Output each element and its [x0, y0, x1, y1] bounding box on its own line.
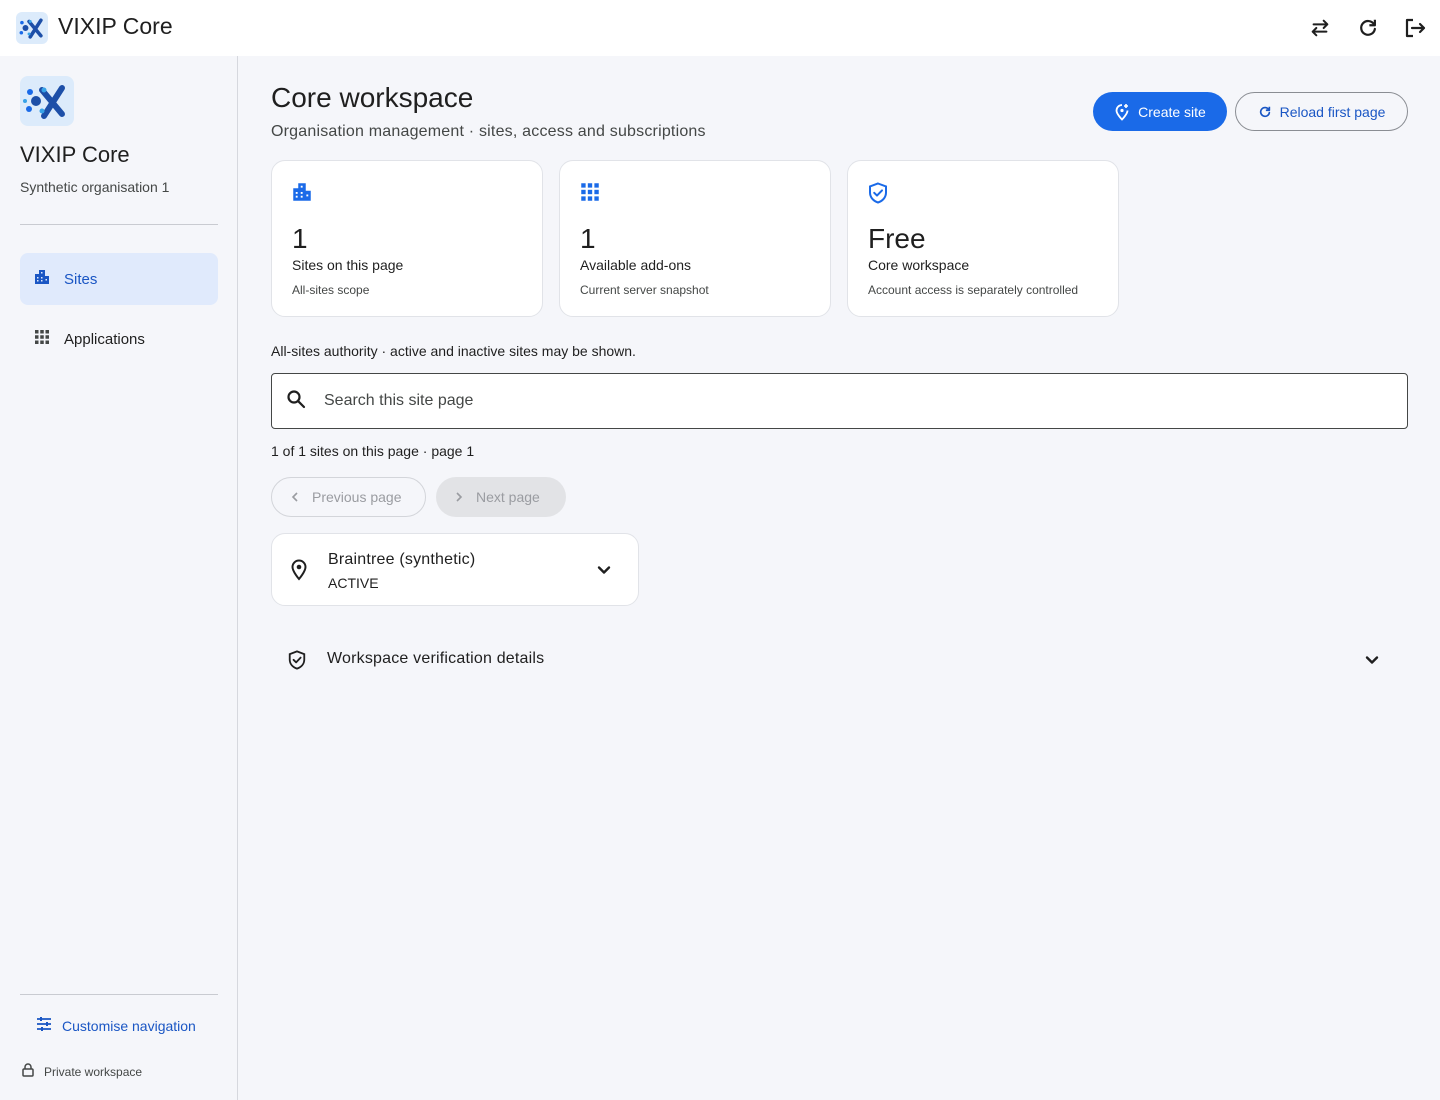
business-icon — [292, 182, 312, 207]
site-status: ACTIVE — [328, 575, 379, 591]
chevron-left-icon — [291, 492, 298, 502]
customise-navigation-label: Customise navigation — [62, 1017, 196, 1034]
sidebar-item-sites[interactable]: Sites — [20, 253, 218, 305]
stat-note: All-sites scope — [292, 283, 370, 297]
search-icon — [286, 389, 306, 414]
search-field[interactable] — [271, 373, 1408, 429]
apps-grid-icon — [580, 182, 600, 207]
stat-label: Available add-ons — [580, 257, 692, 273]
lock-icon — [22, 1063, 34, 1080]
private-workspace: Private workspace — [22, 1063, 142, 1080]
stat-note: Account access is separately controlled — [868, 283, 1079, 297]
stat-label: Sites on this page — [292, 257, 404, 273]
apps-grid-icon — [34, 329, 50, 350]
tune-icon — [36, 1016, 52, 1035]
stat-label: Core workspace — [868, 257, 970, 273]
customise-navigation-button[interactable]: Customise navigation — [36, 1016, 196, 1035]
previous-page-button[interactable]: Previous page — [271, 477, 426, 517]
previous-page-label: Previous page — [312, 489, 402, 505]
top-app-bar: VIXIP Core — [0, 0, 1440, 56]
stat-card-sites: 1 Sites on this page All-sites scope — [271, 160, 543, 317]
page-title: Core workspace — [271, 82, 474, 113]
add-location-icon — [1115, 103, 1129, 121]
app-logo — [16, 12, 48, 44]
create-site-label: Create site — [1138, 103, 1206, 120]
workspace-verification-label: Workspace verification details — [327, 650, 545, 667]
verified-shield-icon — [868, 182, 888, 209]
site-card[interactable]: Braintree (synthetic) ACTIVE — [271, 533, 639, 606]
result-count: 1 of 1 sites on this page · page 1 — [271, 443, 475, 459]
swap-icon[interactable] — [1304, 12, 1336, 44]
verified-shield-icon — [287, 650, 307, 675]
sidebar-item-label: Applications — [64, 330, 145, 348]
refresh-icon[interactable] — [1352, 12, 1384, 44]
location-pin-icon — [290, 559, 308, 586]
stat-value: 1 — [292, 223, 308, 254]
reload-first-page-label: Reload first page — [1279, 103, 1386, 120]
stat-value: 1 — [580, 223, 596, 254]
search-input[interactable] — [324, 392, 1324, 410]
next-page-label: Next page — [476, 489, 540, 505]
logout-icon[interactable] — [1399, 12, 1431, 44]
private-workspace-label: Private workspace — [44, 1064, 143, 1079]
stat-note: Current server snapshot — [580, 283, 709, 297]
page-subtitle: Organisation management · sites, access … — [271, 123, 706, 140]
stat-card-addons: 1 Available add-ons Current server snaps… — [559, 160, 831, 317]
sidebar-divider — [20, 224, 218, 225]
org-title: VIXIP Core — [20, 142, 130, 167]
authority-note: All-sites authority · active and inactiv… — [271, 343, 636, 359]
site-name: Braintree (synthetic) — [328, 551, 476, 568]
org-logo — [20, 76, 74, 126]
chevron-right-icon — [456, 492, 463, 502]
business-icon — [34, 269, 50, 290]
workspace-verification-expander[interactable]: Workspace verification details — [271, 636, 1408, 684]
next-page-button[interactable]: Next page — [436, 477, 566, 517]
app-title: VIXIP Core — [58, 13, 173, 39]
refresh-icon — [1259, 106, 1270, 117]
chevron-down-icon[interactable] — [1362, 650, 1382, 675]
sidebar-item-applications[interactable]: Applications — [20, 313, 218, 365]
reload-first-page-button[interactable]: Reload first page — [1235, 92, 1408, 131]
chevron-down-icon[interactable] — [594, 560, 614, 585]
sidebar: VIXIP Core Synthetic organisation 1 Site… — [0, 56, 238, 1100]
create-site-button[interactable]: Create site — [1093, 92, 1227, 131]
stat-value: Free — [868, 223, 926, 254]
sidebar-item-label: Sites — [64, 270, 98, 288]
stat-card-plan: Free Core workspace Account access is se… — [847, 160, 1119, 317]
org-subtitle: Synthetic organisation 1 — [20, 179, 170, 195]
sidebar-divider — [20, 994, 218, 995]
